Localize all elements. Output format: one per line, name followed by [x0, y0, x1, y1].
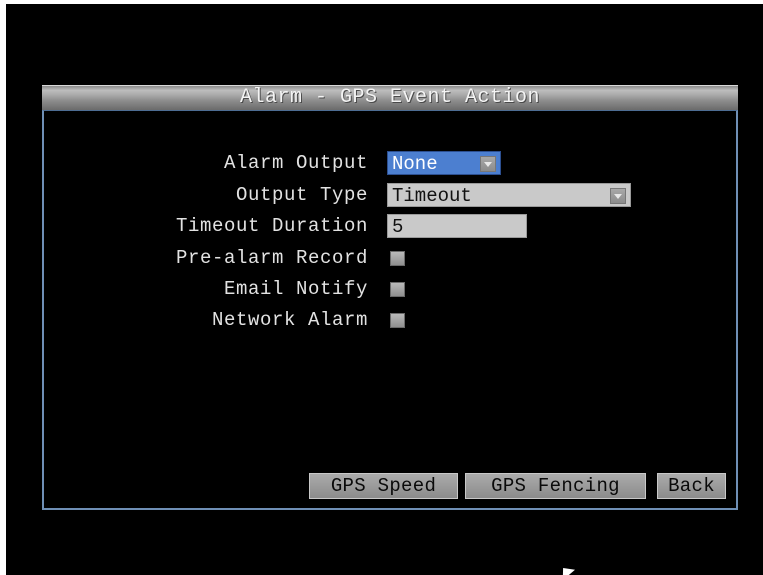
timeout-duration-label: Timeout Duration [175, 215, 368, 237]
pre-alarm-record-checkbox[interactable] [390, 251, 405, 266]
dialog-panel: Alarm Output None Output Type Timeout Ti… [42, 110, 738, 510]
gps-speed-button[interactable]: GPS Speed [309, 473, 458, 499]
gps-event-action-dialog: Alarm - GPS Event Action Alarm Output No… [42, 85, 738, 510]
email-notify-label: Email Notify [223, 278, 368, 300]
chevron-down-icon[interactable] [610, 188, 626, 204]
alarm-output-value: None [392, 153, 438, 175]
network-alarm-checkbox[interactable] [390, 313, 405, 328]
email-notify-checkbox[interactable] [390, 282, 405, 297]
timeout-duration-input[interactable]: 5 [387, 214, 527, 238]
output-type-value: Timeout [392, 185, 472, 207]
mouse-cursor-icon [556, 562, 576, 575]
output-type-label: Output Type [235, 184, 368, 206]
alarm-output-select[interactable]: None [387, 151, 501, 175]
output-type-select[interactable]: Timeout [387, 183, 631, 207]
gps-fencing-button[interactable]: GPS Fencing [465, 473, 646, 499]
alarm-output-label: Alarm Output [223, 152, 368, 174]
dvr-screen: Alarm - GPS Event Action Alarm Output No… [6, 4, 763, 575]
timeout-duration-value: 5 [392, 216, 404, 238]
back-button[interactable]: Back [657, 473, 726, 499]
dialog-title: Alarm - GPS Event Action [239, 86, 541, 109]
dialog-title-bar: Alarm - GPS Event Action [42, 85, 738, 110]
pre-alarm-record-label: Pre-alarm Record [175, 247, 368, 269]
network-alarm-label: Network Alarm [211, 309, 368, 331]
chevron-down-icon[interactable] [480, 156, 496, 172]
